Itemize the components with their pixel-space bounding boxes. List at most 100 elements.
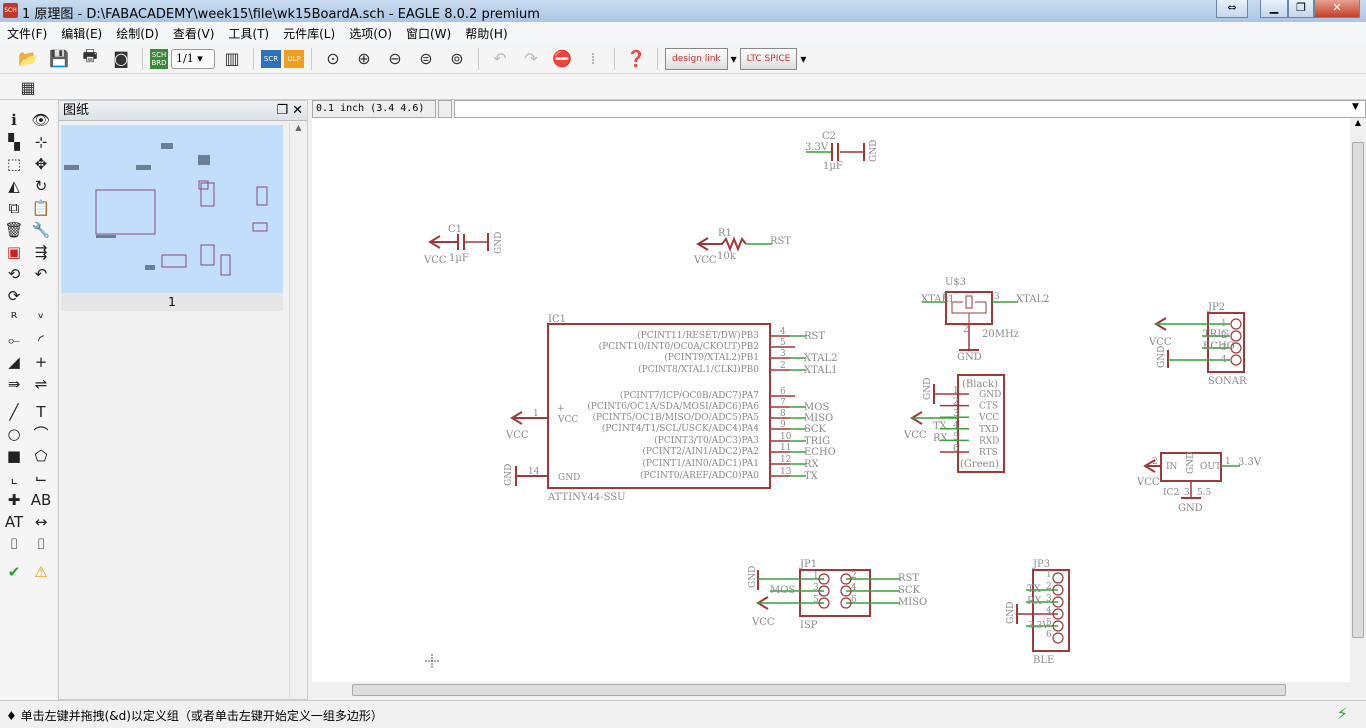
circle-icon[interactable]: ○ [3, 424, 25, 444]
copy-icon[interactable]: ⧉ [3, 198, 25, 218]
miter-icon[interactable]: ◜ [30, 330, 52, 350]
lightning-icon[interactable]: ⚡ [1337, 704, 1348, 723]
dimension-icon[interactable]: ↔ [30, 512, 52, 532]
jp2-sonar-header[interactable]: JP2 SONAR VCC TRIG ECHO GND 1 2 3 4 [1148, 302, 1247, 387]
arc-icon[interactable]: ⌒ [30, 424, 52, 444]
capacitor-c1[interactable]: C1 VCC 1µF GND [423, 224, 504, 266]
bus-icon[interactable]: ⌞ [3, 468, 25, 488]
menu-library[interactable]: 元件库(L) [276, 22, 342, 45]
sch-brd-switch-icon[interactable]: SCH BRD [150, 48, 168, 69]
rotate-icon[interactable]: ↻ [30, 176, 52, 196]
polygon-icon[interactable]: ⬠ [30, 446, 52, 466]
open-icon[interactable]: 📂 [14, 47, 42, 71]
paste-icon[interactable]: 📋 [30, 198, 52, 218]
close-button[interactable]: ✕ [1314, 0, 1360, 18]
print-icon[interactable]: 🖶 [76, 46, 104, 71]
ic2-regulator[interactable]: IN OUT GND 2 1 3 3.3V VCC IC2 5.5 GND [1136, 452, 1262, 514]
panel-float-close[interactable]: ❐ ✕ [276, 101, 307, 120]
mark-icon[interactable]: ⊹ [30, 132, 52, 152]
align-icon[interactable]: ⇌ [30, 374, 52, 394]
help-icon[interactable]: ❓ [622, 47, 650, 71]
gate-swap-icon[interactable]: ⟲ [3, 264, 25, 284]
restore-button[interactable]: ❐ [1288, 0, 1314, 18]
label-icon[interactable]: AB [30, 490, 52, 510]
split-icon[interactable]: ⟜ [3, 330, 25, 350]
horizontal-scrollbar[interactable] [312, 682, 1350, 698]
pinswap-arrows-icon[interactable]: ⇛ [3, 374, 25, 394]
menu-edit[interactable]: 编辑(E) [54, 22, 109, 45]
ulp-icon[interactable]: ULP [284, 49, 304, 68]
swap-window-button[interactable]: ⇔ [1216, 0, 1248, 18]
menu-window[interactable]: 窗口(W) [399, 22, 458, 45]
invoke-icon[interactable]: ⟳ [3, 286, 25, 306]
design-link-button[interactable]: design link [665, 47, 728, 70]
library-icon[interactable]: ▥ [218, 47, 246, 71]
horizontal-scroll-thumb[interactable] [352, 684, 1286, 696]
panel-scrollbar[interactable]: ▲ [289, 123, 307, 697]
script-icon[interactable]: SCR [261, 49, 281, 68]
delete-icon[interactable]: 🗑 [3, 220, 25, 240]
add-part-icon[interactable]: ▣ [3, 242, 25, 262]
jp3-ble-header[interactable]: JP3 BLE TX RX GND 3.3V 123456 [1006, 559, 1070, 666]
replace-icon[interactable]: ⇶ [30, 242, 52, 262]
menu-options[interactable]: 选项(O) [342, 22, 399, 45]
vertical-scroll-thumb[interactable] [1352, 142, 1364, 638]
save-icon[interactable]: 💾 [45, 47, 73, 71]
zoom-out-icon[interactable]: ⊖ [381, 47, 409, 71]
menu-help[interactable]: 帮助(H) [458, 22, 514, 45]
minimize-button[interactable]: ▁ [1260, 0, 1288, 18]
capacitor-c2[interactable]: C2 3.3V 1µF GND [805, 131, 879, 172]
menu-view[interactable]: 查看(V) [166, 22, 222, 45]
stop-icon[interactable]: ⛔ [548, 47, 576, 71]
ftdi-header[interactable]: (Black) (Green) GND VCC TX RX 1 GND 2 CTS 3 V… [903, 374, 1005, 473]
resistor-r1[interactable]: R1 VCC 10k RST [693, 228, 791, 266]
junction-icon[interactable]: ✚ [3, 490, 25, 510]
line-icon[interactable]: ╱ [3, 402, 25, 422]
mirror-icon[interactable]: ◭ [3, 176, 25, 196]
text-icon[interactable]: T [30, 402, 52, 422]
zoom-redraw-icon[interactable]: ⊜ [412, 47, 440, 71]
erc-icon[interactable]: ✔ [3, 562, 25, 582]
name-icon[interactable]: ᴿ [3, 308, 25, 328]
attribute-icon[interactable]: AT [3, 512, 25, 532]
ic1-attiny44[interactable]: IC1 ATTINY44-SSU VCC 1 VCC + GND 14 GND … [504, 314, 837, 503]
chevron-down-icon[interactable]: ▾ [800, 52, 806, 66]
zoom-fit-icon[interactable]: ⊙ [319, 47, 347, 71]
zoom-select-icon[interactable]: ⊚ [443, 47, 471, 71]
menu-draw[interactable]: 绘制(D) [109, 22, 166, 45]
value-icon[interactable]: ᵛ [30, 308, 52, 328]
module-icon[interactable]: ⌷ [30, 534, 52, 554]
vertical-scrollbar[interactable]: ▲ [1350, 118, 1366, 682]
wrench-icon[interactable]: 🔧 [30, 220, 52, 240]
cam-icon[interactable]: ◙ [107, 47, 135, 71]
pin-swap-icon[interactable]: ↶ [30, 264, 52, 284]
group-select-icon[interactable]: ⬚ [3, 154, 25, 174]
redo-icon[interactable]: ↷ [517, 47, 545, 71]
chevron-down-icon[interactable]: ▾ [731, 52, 737, 66]
optimize-icon[interactable]: ◢ [3, 352, 25, 372]
warning-icon[interactable]: ⚠ [30, 562, 52, 582]
junction-plus-icon[interactable]: + [30, 352, 52, 372]
jp1-isp-header[interactable]: JP1 ISP GND MOS VCC RST SCK MISO 1 2 3 4 5 6 [748, 559, 927, 631]
rectangle-icon[interactable]: ■ [3, 446, 25, 466]
ltspice-button[interactable]: LTC SPICE [739, 47, 798, 70]
crystal-u3[interactable]: U$3 XTAL1 XTAL2 3 1 2 20MHz GND [921, 277, 1049, 363]
command-input[interactable] [454, 100, 1366, 118]
sheet-select[interactable]: 1/1 ▾ [171, 48, 215, 69]
move-icon[interactable]: ✥ [30, 154, 52, 174]
grid-icon[interactable]: ▦ [14, 75, 42, 99]
sheet-thumbnail[interactable] [61, 125, 283, 293]
frame-icon[interactable]: ⌷ [3, 534, 25, 554]
schematic-canvas[interactable]: C2 3.3V 1µF GND C1 VCC 1µF GND R1 VCC 10… [312, 118, 1350, 682]
zoom-in-icon[interactable]: ⊕ [350, 47, 378, 71]
info-icon[interactable]: ℹ [3, 110, 25, 130]
menu-tools[interactable]: 工具(T) [221, 22, 276, 45]
undo-icon[interactable]: ↶ [486, 47, 514, 71]
command-history-button[interactable] [438, 100, 452, 118]
menu-file[interactable]: 文件(F) [0, 22, 54, 45]
chevron-down-icon[interactable]: ▼ [1352, 102, 1359, 112]
eye-icon[interactable]: 👁 [30, 110, 52, 130]
net-icon[interactable]: ⌙ [30, 468, 52, 488]
layer-color-icon[interactable]: ▚ [3, 132, 25, 152]
go-icon[interactable]: ⁞ [579, 47, 607, 71]
